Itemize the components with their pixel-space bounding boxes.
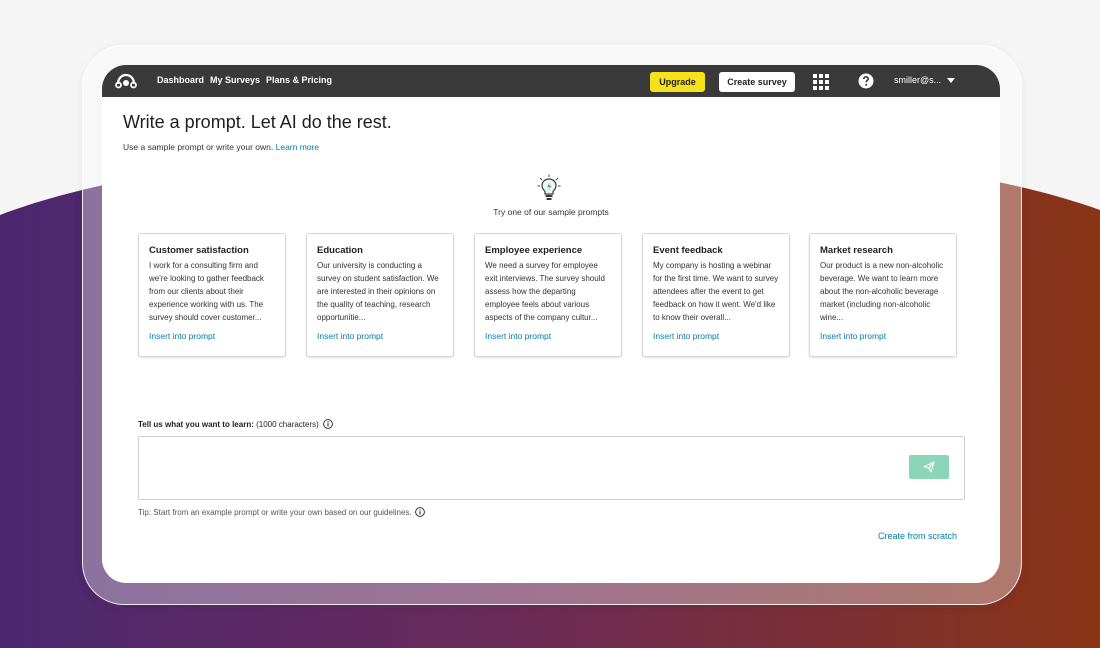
lightbulb-icon	[537, 174, 561, 200]
insert-into-prompt-link[interactable]: Insert into prompt	[820, 331, 886, 341]
card-body: Our product is a new non-alcoholic bever…	[820, 261, 944, 322]
sample-card-customer-satisfaction: Customer satisfaction I work for a consu…	[138, 233, 286, 357]
user-account-menu[interactable]: smiller@s...	[894, 75, 956, 85]
page-title: Write a prompt. Let AI do the rest.	[123, 112, 392, 132]
tip-text: Tip: Start from an example prompt or wri…	[138, 507, 412, 517]
card-title: Customer satisfaction	[149, 245, 249, 256]
page-subtitle: Use a sample prompt or write your own. L…	[123, 142, 319, 152]
chevron-down-icon	[947, 77, 956, 83]
send-prompt-button[interactable]	[909, 455, 949, 479]
insert-into-prompt-link[interactable]: Insert into prompt	[149, 331, 215, 341]
card-title: Event feedback	[653, 245, 723, 256]
insert-into-prompt-link[interactable]: Insert into prompt	[653, 331, 719, 341]
app-window: Dashboard My Surveys Plans & Pricing Upg…	[102, 65, 1000, 583]
info-icon[interactable]	[322, 419, 333, 429]
prompt-tip: Tip: Start from an example prompt or wri…	[138, 507, 425, 517]
card-title: Employee experience	[485, 245, 583, 256]
info-icon[interactable]	[414, 507, 425, 517]
card-body: We need a survey for employee exit inter…	[485, 261, 605, 322]
insert-into-prompt-link[interactable]: Insert into prompt	[485, 331, 551, 341]
nav-dashboard-link[interactable]: Dashboard	[157, 75, 204, 85]
sample-card-employee-experience: Employee experience We need a survey for…	[474, 233, 622, 357]
prompt-label-text: Tell us what you want to learn:	[138, 419, 254, 429]
apps-grid-icon[interactable]	[813, 74, 829, 90]
help-icon[interactable]	[858, 73, 874, 89]
sample-card-education: Education Our university is conducting a…	[306, 233, 454, 357]
prompt-char-limit: (1000 characters)	[256, 419, 319, 429]
nav-plans-pricing-link[interactable]: Plans & Pricing	[266, 75, 332, 85]
card-title: Education	[317, 245, 363, 256]
sample-card-market-research: Market research Our product is a new non…	[809, 233, 957, 357]
prompt-input[interactable]	[138, 436, 965, 500]
card-body: I work for a consulting firm and we're l…	[149, 261, 264, 322]
send-icon	[923, 461, 935, 473]
prompt-label: Tell us what you want to learn: (1000 ch…	[138, 419, 333, 429]
card-body: Our university is conducting a survey on…	[317, 261, 439, 322]
insert-into-prompt-link[interactable]: Insert into prompt	[317, 331, 383, 341]
upgrade-button[interactable]: Upgrade	[650, 72, 705, 92]
create-survey-button[interactable]: Create survey	[719, 72, 795, 92]
samples-caption: Try one of our sample prompts	[493, 207, 609, 217]
sample-card-event-feedback: Event feedback My company is hosting a w…	[642, 233, 790, 357]
card-title: Market research	[820, 245, 893, 256]
nav-my-surveys-link[interactable]: My Surveys	[210, 75, 260, 85]
card-body: My company is hosting a webinar for the …	[653, 261, 779, 322]
create-from-scratch-link[interactable]: Create from scratch	[878, 531, 957, 541]
learn-more-link[interactable]: Learn more	[276, 142, 319, 152]
top-navbar: Dashboard My Surveys Plans & Pricing Upg…	[102, 65, 1000, 97]
user-email-label: smiller@s...	[894, 75, 942, 85]
surveymonkey-logo-icon[interactable]	[115, 72, 137, 90]
subtitle-text: Use a sample prompt or write your own.	[123, 142, 274, 152]
